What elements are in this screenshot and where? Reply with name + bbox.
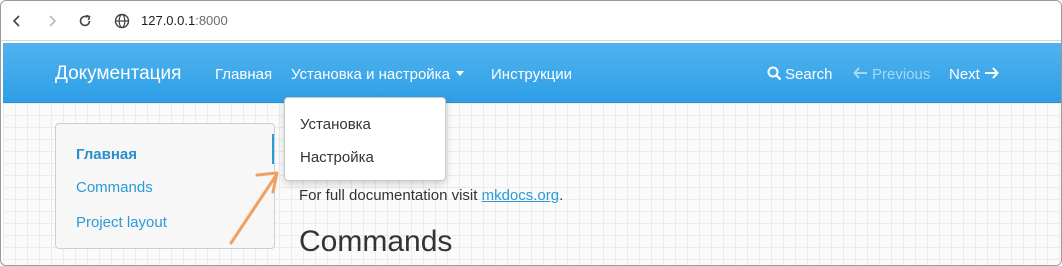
- site-info-globe-icon[interactable]: [112, 11, 132, 31]
- browser-toolbar: 127.0.0.1:8000: [1, 1, 1061, 41]
- url-host: 127.0.0.1: [141, 13, 196, 28]
- annotation-arrow: [229, 171, 279, 245]
- reload-icon[interactable]: [75, 11, 95, 31]
- back-icon[interactable]: [7, 11, 27, 31]
- forward-icon[interactable]: [42, 11, 62, 31]
- page-viewport: Документация Главная Установка и настрой…: [3, 43, 1061, 265]
- url-port: :8000: [195, 13, 228, 28]
- address-bar[interactable]: 127.0.0.1:8000: [141, 13, 228, 28]
- browser-window: 127.0.0.1:8000 Документация Главная Уста…: [0, 0, 1062, 266]
